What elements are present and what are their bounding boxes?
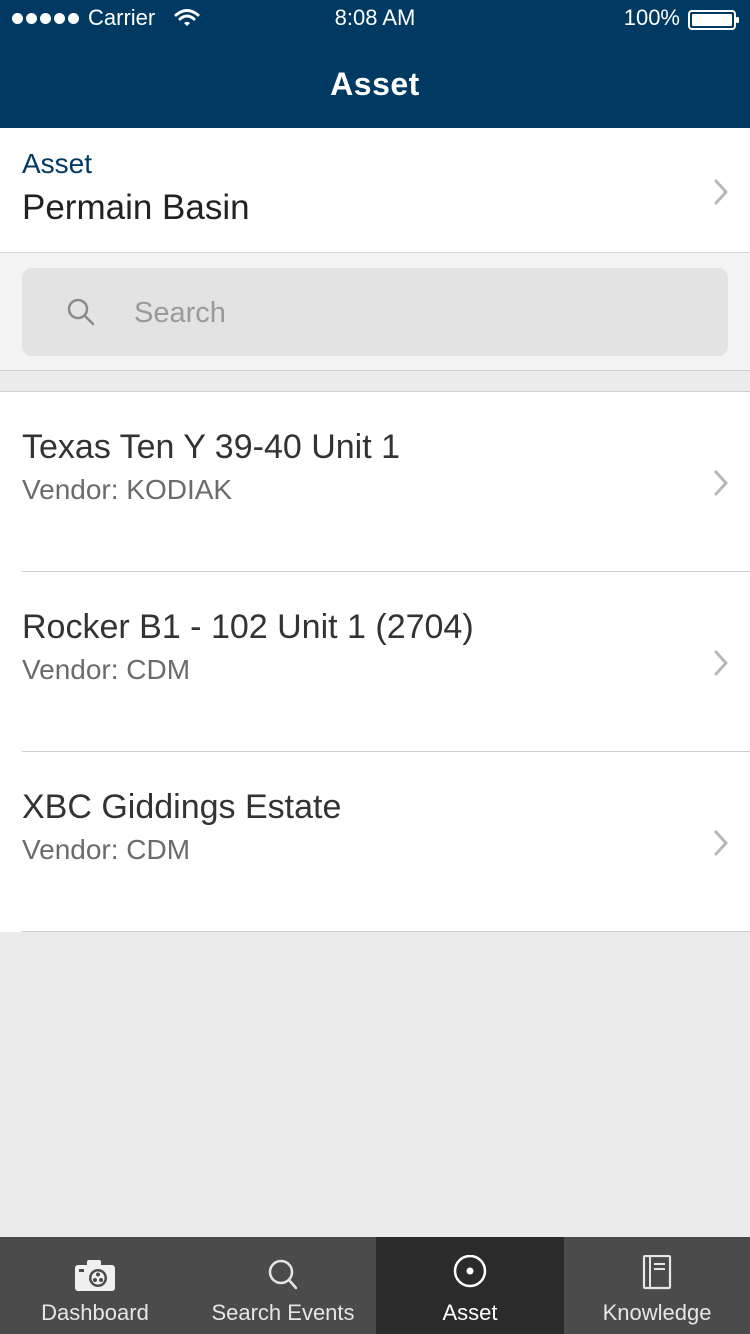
list-item[interactable]: XBC Giddings Estate Vendor: CDM [22,752,750,932]
chevron-right-icon [714,179,728,205]
chevron-right-icon [714,830,728,856]
top-header: Carrier 8:08 AM 100% Asset [0,0,750,128]
search-icon [268,1259,298,1290]
list-item-vendor: Vendor: CDM [22,834,191,865]
search-bar-container [0,253,750,371]
chevron-right-icon [714,650,728,676]
status-bar: Carrier 8:08 AM 100% [0,0,750,40]
asset-selector-value: Permain Basin [22,188,250,227]
tab-bar: Dashboard Search Events Asset Knowledge [0,1237,750,1334]
tab-asset[interactable]: Asset [376,1237,564,1334]
notebook-icon [642,1255,672,1290]
page-title: Asset [330,66,420,102]
tab-label: Search Events [211,1300,355,1325]
tab-knowledge[interactable]: Knowledge [564,1237,750,1334]
search-box[interactable] [22,268,728,356]
list-item[interactable]: Texas Ten Y 39-40 Unit 1 Vendor: KODIAK [22,392,750,572]
battery-icon [688,10,739,30]
tab-label: Dashboard [41,1300,149,1325]
search-icon [67,298,95,326]
list-item-title: XBC Giddings Estate [22,788,342,826]
asset-selector-label: Asset [22,148,93,179]
tab-label: Asset [442,1300,498,1325]
list-item-vendor: Vendor: KODIAK [22,474,233,505]
dashboard-camera-icon [75,1260,115,1291]
tab-dashboard[interactable]: Dashboard [0,1237,190,1334]
target-icon [453,1255,487,1288]
tab-label: Knowledge [602,1300,712,1325]
battery-percentage: 100% [623,5,680,30]
asset-list: Texas Ten Y 39-40 Unit 1 Vendor: KODIAK … [0,391,750,932]
list-item[interactable]: Rocker B1 - 102 Unit 1 (2704) Vendor: CD… [22,572,750,752]
chevron-right-icon [714,470,728,496]
tab-search-events[interactable]: Search Events [190,1237,376,1334]
list-item-title: Rocker B1 - 102 Unit 1 (2704) [22,608,474,646]
search-input[interactable] [132,288,696,338]
asset-selector-row[interactable]: Asset Permain Basin [0,128,750,253]
list-item-vendor: Vendor: CDM [22,654,191,685]
list-item-title: Texas Ten Y 39-40 Unit 1 [22,428,401,466]
